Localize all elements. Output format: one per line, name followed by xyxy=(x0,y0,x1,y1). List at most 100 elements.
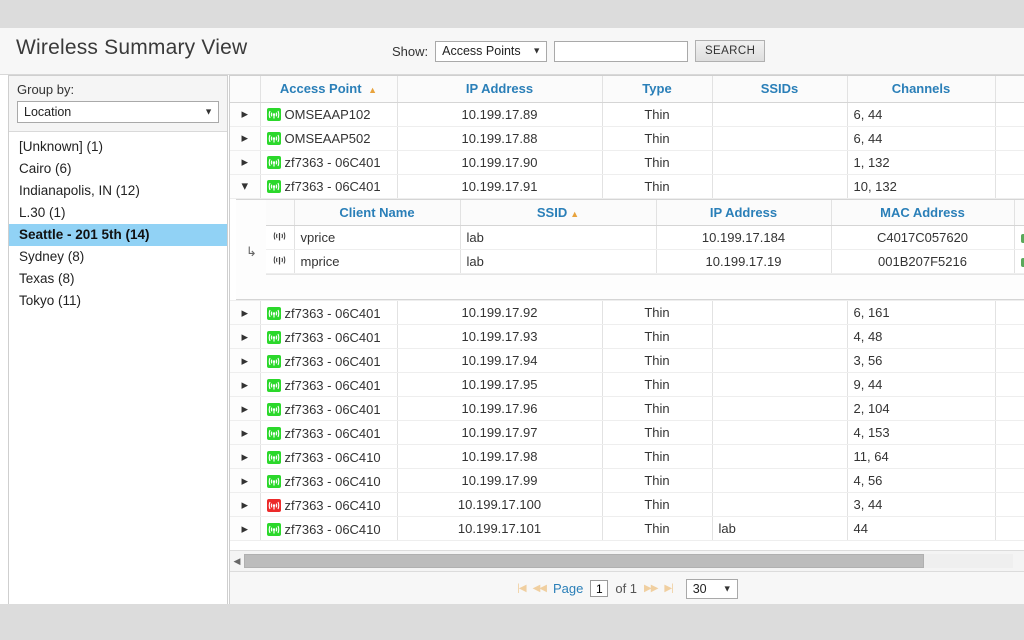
column-header-channels[interactable]: Channels xyxy=(847,76,995,102)
group-list-item[interactable]: L.30 (1) xyxy=(9,202,227,224)
access-point-cell: zf7363 - 06C4017 xyxy=(260,421,397,445)
groupby-select[interactable]: Location ▼ xyxy=(17,101,219,123)
page-number-input[interactable] xyxy=(590,580,608,597)
expander-collapsed-icon[interactable]: ▸ xyxy=(230,150,260,174)
next-page-icon[interactable]: ▶▶ xyxy=(644,583,657,594)
ip-address-cell: 10.199.17.98 xyxy=(397,445,602,469)
table-row[interactable]: ▸zf7363 - 06C401710.199.17.95Thin9, 44 xyxy=(230,373,1024,397)
scroll-left-icon[interactable]: ◀ xyxy=(230,556,244,567)
first-page-icon[interactable]: |◀ xyxy=(517,583,525,594)
ip-address-cell: 10.199.17.99 xyxy=(397,469,602,493)
access-point-name: zf7363 - 06C4017 xyxy=(285,402,381,417)
group-list-item[interactable]: Sydney (8) xyxy=(9,246,227,268)
group-list-item[interactable]: Tokyo (11) xyxy=(9,290,227,312)
access-point-online-icon xyxy=(267,331,281,344)
ip-address-cell: 10.199.17.91 xyxy=(397,174,602,198)
expander-collapsed-icon[interactable]: ▸ xyxy=(230,397,260,421)
access-point-name: zf7363 - 06C4017 xyxy=(285,306,381,321)
group-list-item[interactable]: Seattle - 201 5th (14) xyxy=(9,224,227,246)
table-row[interactable]: ▸zf7363 - 06C401710.199.17.92Thin6, 161 xyxy=(230,301,1024,325)
last-page-icon[interactable]: ▶| xyxy=(664,583,672,594)
expander-collapsed-icon[interactable]: ▸ xyxy=(230,445,260,469)
column-header-client-ip[interactable]: IP Address xyxy=(656,200,831,226)
access-point-online-icon xyxy=(267,156,281,169)
table-row[interactable]: ▸zf7363 - 06C410810.199.17.100Thin3, 44 xyxy=(230,493,1024,517)
column-header-ip-address[interactable]: IP Address xyxy=(397,76,602,102)
column-header-ssids[interactable]: SSIDs xyxy=(712,76,847,102)
column-header-tail xyxy=(995,76,1024,102)
nested-detail-cell: ↳ Client NameSSID▲IP AddressMAC AddressRv… xyxy=(230,198,1024,301)
expander-collapsed-icon[interactable]: ▸ xyxy=(230,301,260,325)
type-cell: Thin xyxy=(602,373,712,397)
table-row[interactable]: ▸zf7363 - 06C410810.199.17.98Thin11, 64 xyxy=(230,445,1024,469)
column-header-type[interactable]: Type xyxy=(602,76,712,102)
page-size-select[interactable]: 30 ▼ xyxy=(686,579,738,599)
expander-collapsed-icon[interactable]: ▸ xyxy=(230,517,260,541)
clients-table-head: Client NameSSID▲IP AddressMAC AddressR xyxy=(266,200,1024,226)
table-row[interactable]: ▸OMSEAAP50210.199.17.88Thin6, 44 xyxy=(230,126,1024,150)
table-row[interactable]: ▸zf7363 - 06C401710.199.17.96Thin2, 104 xyxy=(230,397,1024,421)
expander-collapsed-icon[interactable]: ▸ xyxy=(230,102,260,126)
client-antenna-icon xyxy=(266,250,294,274)
expander-collapsed-icon[interactable]: ▸ xyxy=(230,349,260,373)
tail-cell xyxy=(995,126,1024,150)
type-cell: Thin xyxy=(602,469,712,493)
client-table-row[interactable]: vpricelab10.199.17.184C4017C057620 xyxy=(266,226,1024,250)
ip-address-cell: 10.199.17.94 xyxy=(397,349,602,373)
expander-collapsed-icon[interactable]: ▸ xyxy=(230,493,260,517)
table-row[interactable]: ▸zf7363 - 06C401710.199.17.90Thin1, 132 xyxy=(230,150,1024,174)
show-label: Show: xyxy=(392,44,428,59)
scrollbar-thumb[interactable] xyxy=(244,554,924,568)
access-point-cell: zf7363 - 06C4017 xyxy=(260,397,397,421)
channels-cell: 1, 132 xyxy=(847,150,995,174)
type-cell: Thin xyxy=(602,445,712,469)
table-row[interactable]: ▸zf7363 - 06C401710.199.17.97Thin4, 153 xyxy=(230,421,1024,445)
search-button[interactable]: SEARCH xyxy=(695,40,765,62)
client-table-row[interactable]: mpricelab10.199.17.19001B207F5216 xyxy=(266,250,1024,274)
horizontal-scrollbar[interactable]: ◀ xyxy=(230,550,1024,571)
column-header-client-name[interactable]: Client Name xyxy=(294,200,460,226)
group-list-item[interactable]: Texas (8) xyxy=(9,268,227,290)
group-list-item[interactable]: [Unknown] (1) xyxy=(9,136,227,158)
previous-page-icon[interactable]: ◀◀ xyxy=(533,583,546,594)
access-point-cell: zf7363 - 06C4017 xyxy=(260,373,397,397)
access-point-online-icon xyxy=(267,132,281,145)
table-row[interactable]: ▸zf7363 - 06C401710.199.17.94Thin3, 56 xyxy=(230,349,1024,373)
table-row[interactable]: ▸zf7363 - 06C401710.199.17.93Thin4, 48 xyxy=(230,325,1024,349)
access-point-cell: OMSEAAP502 xyxy=(260,126,397,150)
tail-cell xyxy=(995,445,1024,469)
expander-collapsed-icon[interactable]: ▸ xyxy=(230,421,260,445)
column-header-client-icon xyxy=(266,200,294,226)
ssids-cell xyxy=(712,174,847,198)
clients-header-row: Client NameSSID▲IP AddressMAC AddressR xyxy=(266,200,1024,226)
ssids-cell xyxy=(712,102,847,126)
tail-cell xyxy=(995,469,1024,493)
body-split: Group by: Location ▼ [Unknown] (1)Cairo … xyxy=(0,75,1024,604)
table-row[interactable]: ▸zf7363 - 06C410810.199.17.101Thinlab44 xyxy=(230,517,1024,541)
nested-row-marker: ↳ xyxy=(246,244,257,260)
access-point-online-icon xyxy=(267,475,281,488)
ssids-cell xyxy=(712,349,847,373)
scrollbar-track[interactable] xyxy=(244,554,1013,568)
access-point-cell: OMSEAAP102 xyxy=(260,102,397,126)
table-row[interactable]: ▸zf7363 - 06C410810.199.17.99Thin4, 56 xyxy=(230,469,1024,493)
expander-collapsed-icon[interactable]: ▸ xyxy=(230,373,260,397)
expander-collapsed-icon[interactable]: ▸ xyxy=(230,469,260,493)
column-header-client-ssid[interactable]: SSID▲ xyxy=(460,200,656,226)
expander-collapsed-icon[interactable]: ▸ xyxy=(230,325,260,349)
expander-expanded-icon[interactable]: ▾ xyxy=(230,174,260,198)
access-points-table-head: Access Point ▲ IP Address Type SSIDs Cha… xyxy=(230,76,1024,102)
column-header-client-mac[interactable]: MAC Address xyxy=(831,200,1014,226)
group-list-item[interactable]: Indianapolis, IN (12) xyxy=(9,180,227,202)
show-select[interactable]: Access Points ▼ xyxy=(435,41,547,62)
column-header-client-radio[interactable]: R xyxy=(1014,200,1024,226)
table-row[interactable]: ▾zf7363 - 06C401710.199.17.91Thin10, 132 xyxy=(230,174,1024,198)
ssids-cell xyxy=(712,126,847,150)
group-list-item[interactable]: Cairo (6) xyxy=(9,158,227,180)
channels-cell: 3, 56 xyxy=(847,349,995,373)
table-row[interactable]: ▸OMSEAAP10210.199.17.89Thin6, 44 xyxy=(230,102,1024,126)
search-input[interactable] xyxy=(554,41,688,62)
column-header-access-point[interactable]: Access Point ▲ xyxy=(260,76,397,102)
channels-cell: 2, 104 xyxy=(847,397,995,421)
expander-collapsed-icon[interactable]: ▸ xyxy=(230,126,260,150)
